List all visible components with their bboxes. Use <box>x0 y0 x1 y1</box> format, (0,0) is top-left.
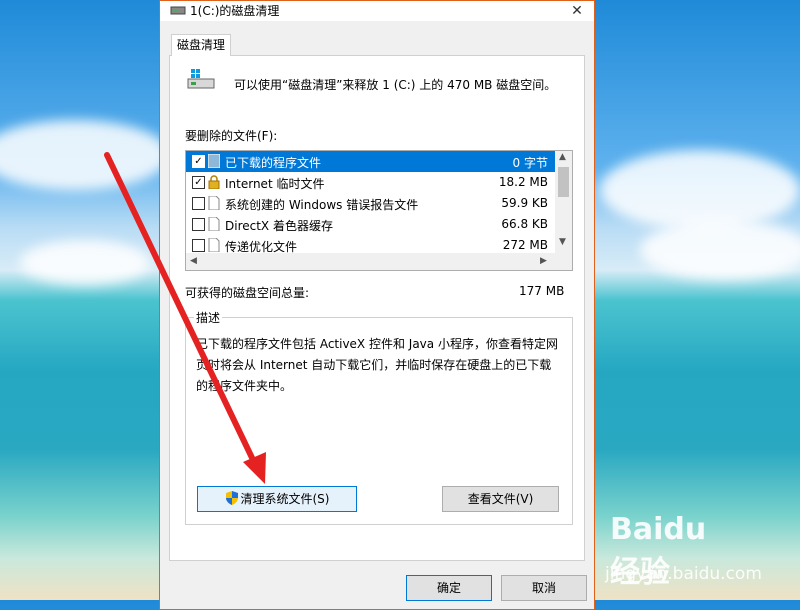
annotation-arrow <box>104 152 266 484</box>
watermark-url: jingyan.baidu.com <box>605 564 762 584</box>
tab-disk-cleanup[interactable]: 磁盘清理 <box>171 34 231 56</box>
